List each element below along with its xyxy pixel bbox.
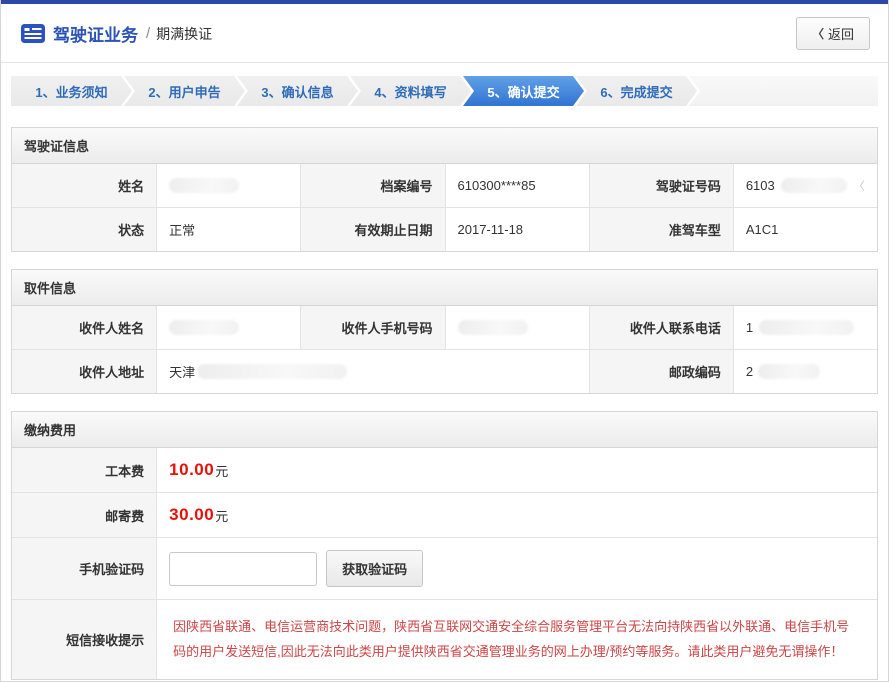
back-button-label: 返回 [828, 24, 854, 43]
step-tab-4[interactable]: 4、资料填写 [350, 76, 471, 106]
file-no-label: 档案编号 [300, 164, 444, 207]
sms-code-input[interactable] [169, 552, 317, 586]
recipient-phone-prefix: 1 [746, 320, 753, 335]
get-code-button[interactable]: 获取验证码 [326, 550, 423, 587]
sms-notice-text: 因陕西省联通、电信运营商技术问题，陕西省互联网交通安全综合服务管理平台无法向持陕… [169, 612, 865, 667]
table-row: 工本费 10.00 元 [12, 448, 877, 492]
step-tab-label: 1、业务须知 [35, 82, 107, 101]
file-no-value: 610300****85 [445, 164, 589, 207]
recipient-mobile-label: 收件人手机号码 [300, 306, 444, 349]
vehicle-class-value: A1C1 [733, 208, 877, 251]
redaction-tail-mark: 〈 [853, 177, 865, 194]
table-row: 姓名 档案编号 610300****85 驾驶证号码 6103 〈 [12, 164, 877, 207]
page: 驾驶证业务 / 期满换证 〈 返回 1、业务须知 2、用户申告 3、确认信息 4… [0, 0, 889, 682]
recipient-address-prefix: 天津 [169, 362, 195, 381]
recipient-address-label: 收件人地址 [12, 350, 156, 393]
postal-code-prefix: 2 [746, 364, 753, 379]
redacted-recipient-mobile [458, 320, 528, 335]
recipient-address-value: 天津 [156, 350, 589, 393]
redacted-license-no [781, 178, 847, 193]
table-row: 邮寄费 30.00 元 [12, 492, 877, 537]
redacted-recipient-phone [759, 320, 854, 335]
step-tab-6[interactable]: 6、完成提交 [576, 76, 697, 106]
pickup-info-section: 取件信息 收件人姓名 收件人手机号码 收件人联系电话 1 收件人地址 天津 邮政… [11, 269, 878, 394]
valid-until-value: 2017-11-18 [445, 208, 589, 251]
sms-notice-label: 短信接收提示 [12, 600, 156, 679]
step-tab-3[interactable]: 3、确认信息 [237, 76, 358, 106]
back-chevron-icon: 〈 [812, 25, 824, 42]
fee-unit: 元 [215, 506, 228, 525]
postage-fee-value: 30.00 元 [156, 493, 877, 537]
step-tab-label: 3、确认信息 [261, 82, 333, 101]
step-tab-1[interactable]: 1、业务须知 [11, 76, 132, 106]
steps-filler [689, 76, 878, 106]
redacted-postal-code [758, 364, 820, 379]
back-button[interactable]: 〈 返回 [796, 17, 870, 50]
redacted-name [169, 178, 239, 193]
license-list-icon [21, 24, 45, 43]
redacted-recipient-address [197, 364, 347, 379]
valid-until-label: 有效期止日期 [300, 208, 444, 251]
postal-code-value: 2 [733, 350, 877, 393]
license-info-section: 驾驶证信息 姓名 档案编号 610300****85 驾驶证号码 6103 〈 … [11, 127, 878, 252]
sms-notice-cell: 因陕西省联通、电信运营商技术问题，陕西省互联网交通安全综合服务管理平台无法向持陕… [156, 600, 877, 679]
name-value [156, 164, 300, 207]
page-title: 驾驶证业务 [53, 21, 138, 46]
fees-section-title: 缴纳费用 [12, 412, 877, 448]
fee-unit: 元 [215, 461, 228, 480]
status-label: 状态 [12, 208, 156, 251]
recipient-name-value [156, 306, 300, 349]
redacted-recipient-name [169, 320, 239, 335]
table-row: 收件人地址 天津 邮政编码 2 [12, 349, 877, 393]
postal-code-label: 邮政编码 [589, 350, 733, 393]
breadcrumb-separator: / [146, 25, 150, 42]
recipient-phone-value: 1 [733, 306, 877, 349]
postage-fee-amount: 30.00 [169, 505, 214, 525]
postage-fee-label: 邮寄费 [12, 493, 156, 537]
recipient-name-label: 收件人姓名 [12, 306, 156, 349]
table-row: 收件人姓名 收件人手机号码 收件人联系电话 1 [12, 306, 877, 349]
table-row: 手机验证码 获取验证码 [12, 537, 877, 599]
name-label: 姓名 [12, 164, 156, 207]
recipient-mobile-value [445, 306, 589, 349]
page-header: 驾驶证业务 / 期满换证 〈 返回 [1, 4, 888, 63]
recipient-phone-label: 收件人联系电话 [589, 306, 733, 349]
steps-bar: 1、业务须知 2、用户申告 3、确认信息 4、资料填写 5、确认提交 6、完成提… [11, 76, 878, 106]
step-tab-2[interactable]: 2、用户申告 [124, 76, 245, 106]
step-tab-label: 4、资料填写 [374, 82, 446, 101]
step-tab-label: 5、确认提交 [487, 82, 559, 101]
vehicle-class-label: 准驾车型 [589, 208, 733, 251]
step-tab-label: 2、用户申告 [148, 82, 220, 101]
license-no-prefix: 6103 [746, 178, 775, 193]
breadcrumb-subtitle: 期满换证 [156, 24, 212, 44]
step-tab-5-active[interactable]: 5、确认提交 [463, 76, 584, 106]
production-fee-value: 10.00 元 [156, 448, 877, 492]
step-tab-label: 6、完成提交 [600, 82, 672, 101]
sms-code-label: 手机验证码 [12, 538, 156, 599]
production-fee-label: 工本费 [12, 448, 156, 492]
license-no-label: 驾驶证号码 [589, 164, 733, 207]
license-no-value: 6103 〈 [733, 164, 877, 207]
table-row: 状态 正常 有效期止日期 2017-11-18 准驾车型 A1C1 [12, 207, 877, 251]
fees-section: 缴纳费用 工本费 10.00 元 邮寄费 30.00 元 手机验证码 获取验证码… [11, 411, 878, 680]
pickup-section-title: 取件信息 [12, 270, 877, 306]
status-value: 正常 [156, 208, 300, 251]
sms-code-cell: 获取验证码 [156, 538, 877, 599]
production-fee-amount: 10.00 [169, 460, 214, 480]
license-section-title: 驾驶证信息 [12, 128, 877, 164]
table-row: 短信接收提示 因陕西省联通、电信运营商技术问题，陕西省互联网交通安全综合服务管理… [12, 599, 877, 679]
